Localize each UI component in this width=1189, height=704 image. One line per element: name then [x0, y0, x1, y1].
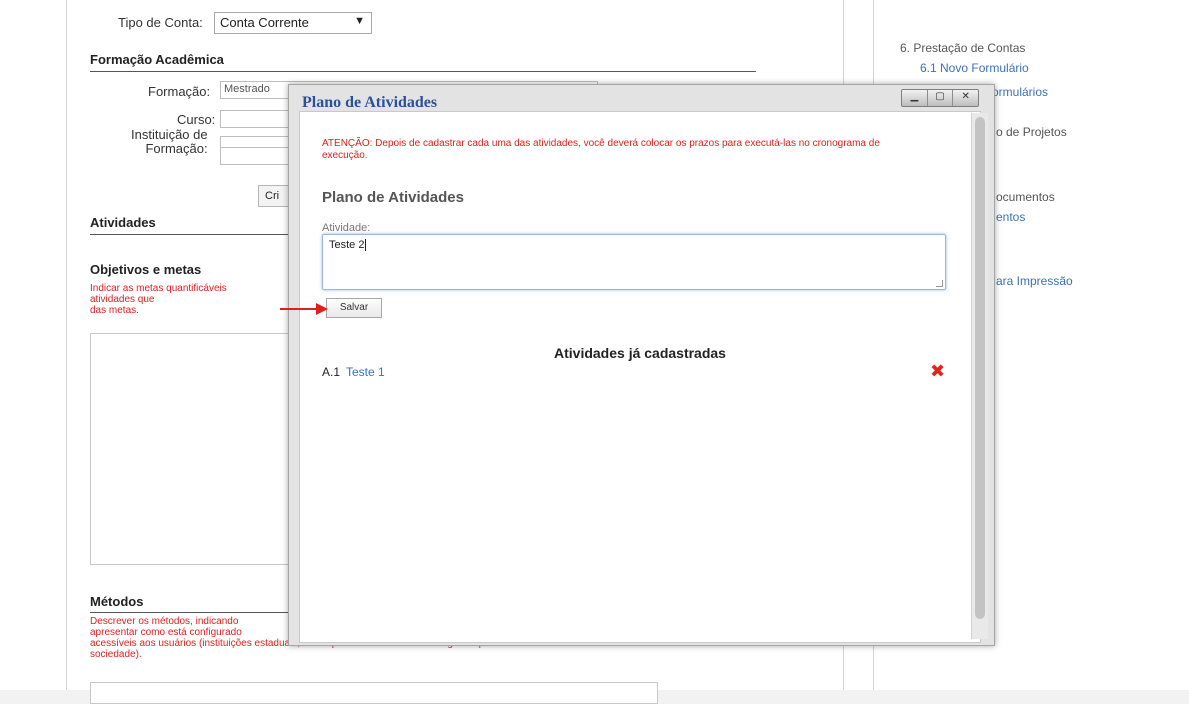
activity-link[interactable]: Teste 1 [346, 365, 385, 379]
nav-section-prestacao[interactable]: 6. Prestação de Contas [900, 41, 1025, 55]
instituicao-label-line2: Formação: [145, 141, 208, 156]
objetivos-hint: Indicar as metas quantificáveis atividad… [90, 283, 227, 316]
tipo-conta-label: Tipo de Conta: [118, 15, 203, 30]
maximize-icon[interactable]: ▢ [926, 90, 953, 106]
metodos-title: Métodos [90, 594, 144, 609]
resize-handle[interactable] [936, 280, 943, 287]
tipo-conta-value: Conta Corrente [220, 15, 309, 30]
formacao-label: Formação: [148, 84, 211, 99]
text-cursor [365, 239, 367, 251]
atividades-section-rule [90, 234, 300, 235]
dialog-scrollbar[interactable] [971, 113, 988, 639]
atividades-section-title: Atividades [90, 215, 156, 230]
delete-icon[interactable]: ✖ [930, 362, 945, 380]
tipo-conta-select[interactable]: Conta Corrente ▼ [214, 12, 372, 34]
minimize-icon[interactable]: ▁ [902, 90, 927, 106]
window-controls: ▁ ▢ ✕ [901, 89, 979, 107]
nav-link-formularios[interactable]: ormulários [992, 85, 1048, 99]
formacao-section-rule [90, 71, 756, 72]
list-heading: Atividades já cadastradas [554, 345, 726, 361]
curso-label: Curso: [177, 112, 216, 127]
instituicao-label: Instituição de Formação: [131, 128, 208, 156]
activity-code: A.1 [322, 365, 341, 379]
nav-link-impressao[interactable]: ara Impressão [996, 274, 1073, 288]
save-button[interactable]: Salvar [326, 298, 382, 318]
metodos-textarea[interactable] [90, 682, 658, 704]
annotation-arrow-icon [280, 303, 328, 315]
atividade-textarea[interactable]: Teste 2 [322, 234, 946, 290]
instituicao-label-line1: Instituição de [131, 127, 208, 142]
dialog-heading: Plano de Atividades [322, 189, 464, 206]
dialog-warning: ATENÇÃO: Depois de cadastrar cada uma da… [322, 138, 880, 161]
objetivos-hint-line3: das metas. [90, 305, 139, 316]
nav-link-novo-formulario[interactable]: 6.1 Novo Formulário [920, 61, 1029, 75]
objetivos-hint-line2: atividades que [90, 294, 155, 305]
formacao-section-title: Formação Acadêmica [90, 52, 224, 67]
objetivos-textarea[interactable] [90, 333, 307, 565]
objetivos-title: Objetivos e metas [90, 262, 202, 277]
nav-section-projetos[interactable]: o de Projetos [996, 125, 1067, 139]
objetivos-hint-line1: Indicar as metas quantificáveis [90, 283, 227, 294]
nav-link-documentos[interactable]: entos [996, 210, 1025, 224]
dialog-title: Plano de Atividades [302, 94, 438, 111]
atividade-label: Atividade: [322, 222, 371, 234]
nav-section-documentos[interactable]: ocumentos [996, 190, 1055, 204]
close-icon[interactable]: ✕ [952, 90, 978, 106]
plano-atividades-dialog: Plano de Atividades ▁ ▢ ✕ ATENÇÃO: Depoi… [288, 84, 995, 646]
content-left-border [66, 0, 67, 704]
metodos-section-rule [90, 612, 300, 613]
dialog-body: ATENÇÃO: Depois de cadastrar cada uma da… [299, 111, 981, 643]
chevron-down-icon: ▼ [354, 15, 365, 27]
atividade-value: Teste 2 [329, 239, 365, 251]
metodos-hint-line4: sociedade). [90, 649, 142, 660]
scrollbar-thumb[interactable] [975, 117, 985, 619]
